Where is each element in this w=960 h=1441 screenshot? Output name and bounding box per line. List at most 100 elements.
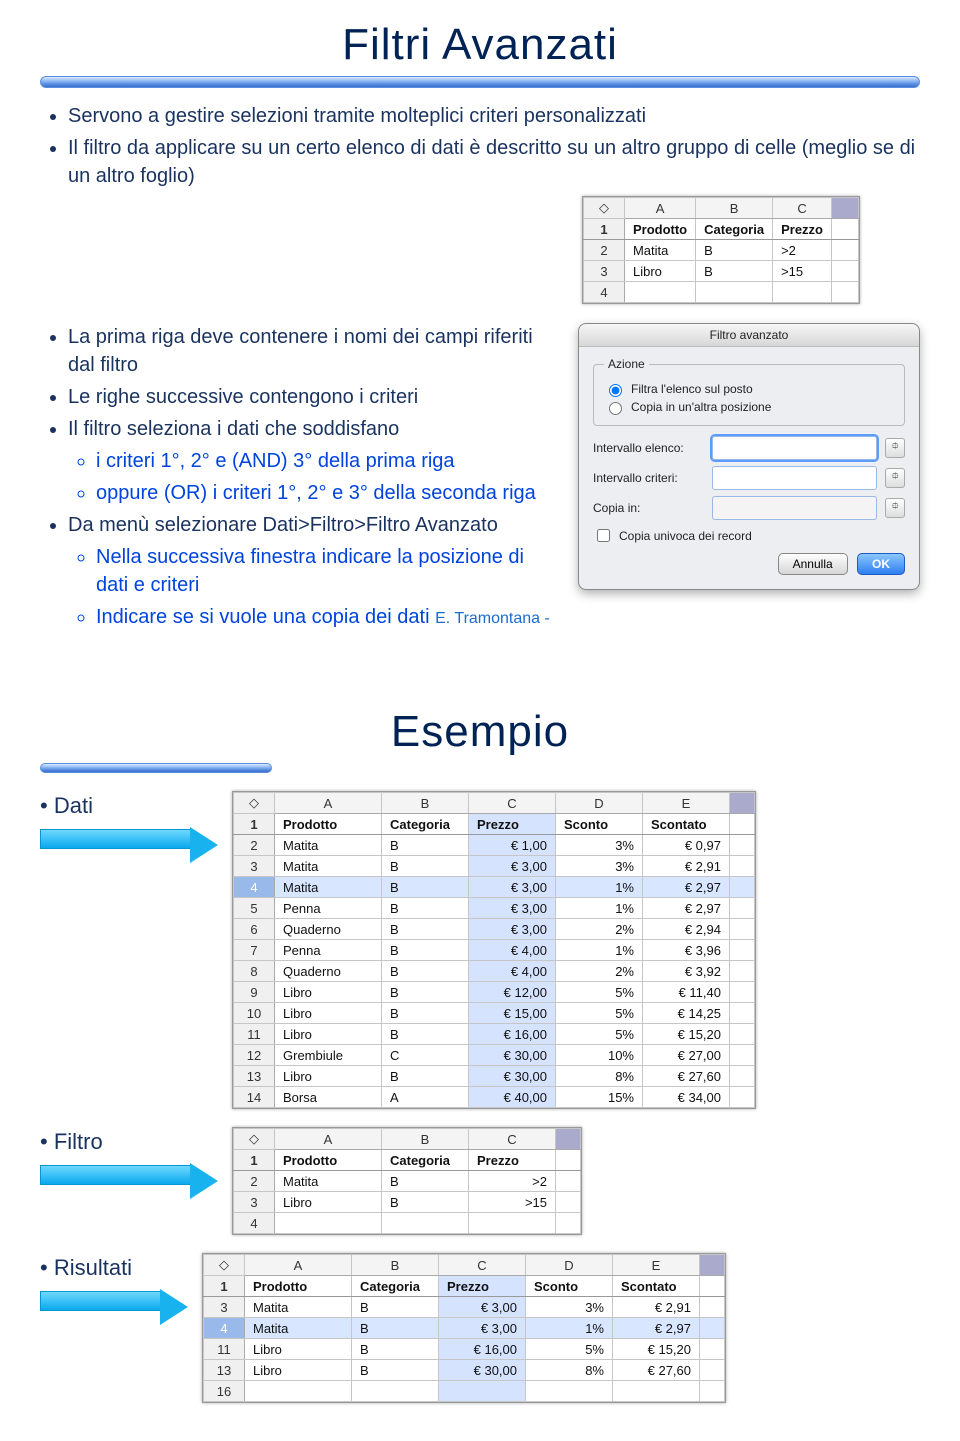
cell: B [382, 856, 469, 877]
cell: 5% [556, 982, 643, 1003]
row-number: 3 [234, 856, 275, 877]
cell: € 3,00 [469, 856, 556, 877]
collapse-icon[interactable]: ⯐ [885, 438, 905, 458]
cell: Matita [275, 856, 382, 877]
col-end [832, 198, 859, 219]
cell: 15% [556, 1087, 643, 1108]
ok-button[interactable]: OK [857, 553, 905, 575]
cell: B [382, 982, 469, 1003]
collapse-icon[interactable]: ⯐ [885, 468, 905, 488]
cell: € 27,60 [613, 1360, 700, 1381]
row-number: 13 [234, 1066, 275, 1087]
unique-records-checkbox[interactable] [597, 529, 610, 542]
cell: Borsa [275, 1087, 382, 1108]
bullet: Servono a gestire selezioni tramite molt… [68, 102, 920, 130]
dati-table: ◇ABCDE1ProdottoCategoriaPrezzoScontoScon… [232, 791, 756, 1109]
cell: Libro [624, 261, 695, 282]
cell [439, 1381, 526, 1402]
risultati-table: ◇ABCDE1ProdottoCategoriaPrezzoScontoScon… [202, 1253, 726, 1403]
slide2-title: Esempio [40, 707, 920, 757]
col-header: B [352, 1255, 439, 1276]
radio-copy-elsewhere[interactable] [609, 402, 622, 415]
sub-bullet: i criteri 1°, 2° e (AND) 3° della prima … [96, 447, 558, 475]
header-cell: Categoria [382, 814, 469, 835]
cell: B [382, 1024, 469, 1045]
cell: Prodotto [624, 219, 695, 240]
cell: 1% [526, 1318, 613, 1339]
cell: 3% [526, 1297, 613, 1318]
row-number: 2 [234, 835, 275, 856]
radio-filter-in-place[interactable] [609, 384, 622, 397]
header-cell: Prodotto [245, 1276, 352, 1297]
cell: € 30,00 [469, 1045, 556, 1066]
list-range-input[interactable] [712, 436, 877, 460]
dialog-title: Filtro avanzato [579, 324, 919, 347]
header-cell: Scontato [643, 814, 730, 835]
advanced-filter-dialog: Filtro avanzato Azione Filtra l'elenco s… [578, 323, 920, 590]
row-number: 1 [204, 1276, 245, 1297]
field-label-criteria: Intervallo criteri: [593, 471, 704, 485]
col-header: A [624, 198, 695, 219]
cell [275, 1213, 382, 1234]
collapse-icon[interactable]: ⯐ [885, 498, 905, 518]
arrow-icon [40, 1289, 188, 1315]
filtro-table: ◇ABC1ProdottoCategoriaPrezzo2MatitaB>23L… [232, 1127, 582, 1235]
slide1-title: Filtri Avanzati [40, 20, 920, 70]
cell: B [696, 240, 773, 261]
cell [245, 1381, 352, 1402]
row-number: 5 [234, 898, 275, 919]
copy-to-input[interactable] [712, 496, 877, 520]
sub-bullet: oppure (OR) i criteri 1°, 2° e 3° della … [96, 479, 558, 507]
cell: B [382, 919, 469, 940]
row-number: 12 [234, 1045, 275, 1066]
header-cell: Prezzo [439, 1276, 526, 1297]
col-header: E [643, 793, 730, 814]
bullet: Da menù selezionare Dati>Filtro>Filtro A… [68, 511, 558, 539]
cell: € 14,25 [643, 1003, 730, 1024]
cell: € 3,00 [439, 1318, 526, 1339]
col-header: B [382, 793, 469, 814]
cell: Libro [275, 1003, 382, 1024]
cell: € 3,00 [469, 898, 556, 919]
cell: 3% [556, 835, 643, 856]
cell: B [696, 261, 773, 282]
cell: B [352, 1297, 439, 1318]
row-number: 11 [204, 1339, 245, 1360]
cell [613, 1381, 700, 1402]
cell: >2 [773, 240, 832, 261]
cell: € 11,40 [643, 982, 730, 1003]
row-number: 13 [204, 1360, 245, 1381]
col-header: A [275, 793, 382, 814]
slide-filtri-avanzati: Filtri Avanzati Servono a gestire selezi… [0, 0, 960, 667]
cell: B [382, 1066, 469, 1087]
criteria-range-input[interactable] [712, 466, 877, 490]
row-number: 1 [583, 219, 624, 240]
header-cell: Categoria [382, 1150, 469, 1171]
cell: 1% [556, 877, 643, 898]
row-number: 1 [234, 814, 275, 835]
cell: 3% [556, 856, 643, 877]
col-header: D [556, 793, 643, 814]
cell: € 2,97 [643, 877, 730, 898]
radio-label: Copia in un'altra posizione [631, 400, 771, 414]
cell: 2% [556, 919, 643, 940]
col-header: C [469, 793, 556, 814]
col-header: C [773, 198, 832, 219]
cell [352, 1381, 439, 1402]
cell: € 3,96 [643, 940, 730, 961]
cell: € 1,00 [469, 835, 556, 856]
cell: B [382, 1192, 469, 1213]
corner-cell: ◇ [234, 1129, 275, 1150]
cell: Matita [275, 877, 382, 898]
cell: € 15,20 [613, 1339, 700, 1360]
cell: € 3,92 [643, 961, 730, 982]
cancel-button[interactable]: Annulla [778, 553, 848, 575]
col-header: C [439, 1255, 526, 1276]
cell: € 2,91 [643, 856, 730, 877]
cell: Libro [245, 1339, 352, 1360]
cell: € 4,00 [469, 940, 556, 961]
header-cell: Prezzo [469, 814, 556, 835]
header-cell: Scontato [613, 1276, 700, 1297]
cell: € 3,00 [469, 919, 556, 940]
cell: € 15,20 [643, 1024, 730, 1045]
